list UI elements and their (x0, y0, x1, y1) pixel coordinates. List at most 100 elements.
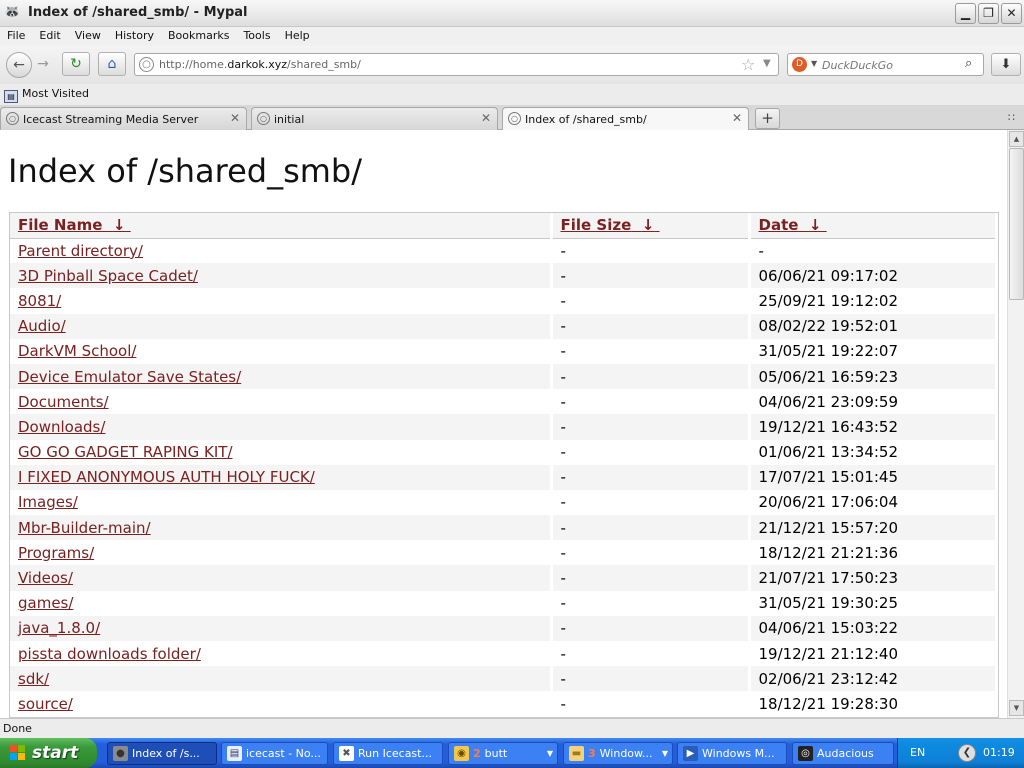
list-all-tabs-icon[interactable]: ∷ (1008, 111, 1015, 124)
file-name-cell: sdk/ (10, 666, 553, 692)
file-link[interactable]: Parent directory/ (18, 242, 143, 260)
file-link[interactable]: Documents/ (18, 393, 109, 411)
tab-initial[interactable]: ○ initial ✕ (251, 107, 498, 130)
file-date-cell: 04/06/21 15:03:22 (749, 615, 998, 641)
scrollbar-thumb[interactable] (1009, 148, 1024, 300)
bookmark-star-icon[interactable]: ☆ (741, 55, 755, 74)
taskbar-item[interactable]: ◉ 2 butt ▼ (448, 742, 558, 765)
sort-by-date-link[interactable]: Date ↓ (759, 216, 827, 234)
menu-file[interactable]: File (0, 27, 32, 42)
menu-edit[interactable]: Edit (32, 27, 67, 42)
file-link[interactable]: games/ (18, 594, 73, 612)
file-link[interactable]: sdk/ (18, 670, 49, 688)
file-link[interactable]: I FIXED ANONYMOUS AUTH HOLY FUCK/ (18, 468, 315, 486)
language-indicator[interactable]: EN (910, 746, 925, 759)
sort-by-name-link[interactable]: File Name ↓ (18, 216, 131, 234)
file-link[interactable]: Device Emulator Save States/ (18, 368, 241, 386)
table-row: Documents/ -04/06/21 23:09:59 (10, 389, 998, 415)
file-link[interactable]: GO GO GADGET RAPING KIT/ (18, 443, 233, 461)
sort-by-size-link[interactable]: File Size ↓ (561, 216, 660, 234)
file-date-cell: 17/07/21 15:01:45 (749, 464, 998, 490)
taskbar-item-label: Window... (599, 747, 653, 760)
duckduckgo-engine-icon[interactable]: D (792, 57, 807, 72)
file-link[interactable]: DarkVM School/ (18, 342, 136, 360)
file-link[interactable]: Audio/ (18, 317, 66, 335)
reload-icon: ↻ (70, 56, 82, 72)
search-icon[interactable]: ⌕ (965, 56, 972, 71)
file-link[interactable]: java_1.8.0/ (18, 619, 100, 637)
close-tab-icon[interactable]: ✕ (481, 111, 491, 125)
scroll-down-icon[interactable]: ▼ (1009, 700, 1024, 716)
file-date-cell: 19/12/21 21:12:40 (749, 641, 998, 667)
table-row: I FIXED ANONYMOUS AUTH HOLY FUCK/ -17/07/… (10, 464, 998, 490)
mypal-icon: ● (113, 746, 128, 761)
file-date-cell: 01/06/21 13:34:52 (749, 439, 998, 465)
engine-dropdown-icon[interactable]: ▼ (811, 59, 817, 68)
file-date-cell: 05/06/21 16:59:23 (749, 363, 998, 390)
menu-view[interactable]: View (68, 27, 108, 42)
start-button[interactable]: start (0, 738, 97, 768)
back-button[interactable]: ← (6, 52, 32, 78)
file-size-cell: - (551, 439, 751, 465)
clock[interactable]: 01:19 (983, 746, 1015, 759)
file-link[interactable]: source/ (18, 695, 73, 713)
forward-button[interactable]: → (32, 52, 54, 78)
address-url[interactable]: http://home.darkok.xyz/shared_smb/ (159, 58, 361, 71)
close-tab-icon[interactable]: ✕ (230, 111, 240, 125)
bookmark-most-visited[interactable]: ▤ Most Visited (4, 87, 89, 103)
downloads-button[interactable]: ⬇ (991, 53, 1021, 76)
file-size-cell: - (551, 565, 751, 591)
menu-help[interactable]: Help (278, 27, 317, 42)
site-identity-globe-icon[interactable]: ○ (139, 57, 154, 72)
show-hidden-icons-icon[interactable]: ❮ (958, 744, 976, 762)
menu-bookmarks[interactable]: Bookmarks (161, 27, 236, 42)
tab-index-shared-smb[interactable]: ○ Index of /shared_smb/ ✕ (502, 107, 749, 131)
group-dropdown-icon: ▼ (661, 749, 668, 758)
file-link[interactable]: Downloads/ (18, 418, 105, 436)
tab-icecast[interactable]: ○ Icecast Streaming Media Server ✕ (0, 107, 247, 130)
close-button[interactable]: ✕ (1001, 3, 1022, 24)
file-size-cell: - (551, 515, 751, 541)
file-date-cell: - (749, 238, 998, 264)
search-bar[interactable]: D ▼ ⌕ (787, 53, 984, 76)
minimize-button[interactable]: ▁ (955, 3, 976, 24)
table-row: 3D Pinball Space Cadet/ -06/06/21 09:17:0… (10, 263, 998, 289)
mypal-raccoon-icon[interactable]: 🦝 (4, 5, 20, 21)
new-tab-button[interactable]: + (755, 108, 780, 129)
taskbar-item[interactable]: ▤ icecast - No... (221, 742, 328, 765)
search-input[interactable] (822, 57, 962, 73)
url-history-dropdown-icon[interactable]: ▼ (763, 58, 771, 69)
taskbar-item[interactable]: ✖ Run Icecast... (333, 742, 443, 765)
file-name-cell: GO GO GADGET RAPING KIT/ (10, 439, 553, 465)
file-size-cell: - (551, 464, 751, 490)
file-name-cell: pissta downloads folder/ (10, 641, 553, 667)
file-link[interactable]: Images/ (18, 493, 78, 511)
taskbar-item[interactable]: ● Index of /s... (107, 742, 217, 765)
address-bar[interactable]: ○ http://home.darkok.xyz/shared_smb/ ☆ ▼ (134, 53, 779, 76)
menu-history[interactable]: History (108, 27, 161, 42)
file-size-cell: - (551, 363, 751, 390)
file-link[interactable]: Mbr-Builder-main/ (18, 519, 151, 537)
maximize-button[interactable]: ❐ (978, 3, 999, 24)
taskbar-item-label: Run Icecast... (358, 747, 432, 760)
file-link[interactable]: Videos/ (18, 569, 73, 587)
taskbar-item[interactable]: ▬ 3 Window... ▼ (563, 742, 673, 765)
home-button[interactable]: ⌂ (98, 52, 126, 76)
file-link[interactable]: Programs/ (18, 544, 94, 562)
back-arrow-icon: ← (13, 57, 25, 73)
reload-button[interactable]: ↻ (62, 52, 90, 76)
close-tab-icon[interactable]: ✕ (732, 111, 742, 125)
vertical-scrollbar[interactable]: ▲ ▼ (1007, 130, 1024, 718)
globe-favicon-icon: ○ (257, 112, 270, 125)
file-date-cell: 06/06/21 09:17:02 (749, 263, 998, 289)
file-size-cell: - (551, 389, 751, 415)
menu-tools[interactable]: Tools (236, 27, 277, 42)
file-link[interactable]: 8081/ (18, 292, 61, 310)
file-name-cell: source/ (10, 691, 553, 717)
scroll-up-icon[interactable]: ▲ (1009, 131, 1024, 147)
window-titlebar[interactable]: 🦝 Index of /shared_smb/ - Mypal ▁ ❐ ✕ (0, 0, 1024, 27)
taskbar-item[interactable]: ▶ Windows M... (677, 742, 787, 765)
file-link[interactable]: 3D Pinball Space Cadet/ (18, 267, 198, 285)
taskbar-item[interactable]: ◎ Audacious (792, 742, 894, 765)
file-link[interactable]: pissta downloads folder/ (18, 645, 201, 663)
